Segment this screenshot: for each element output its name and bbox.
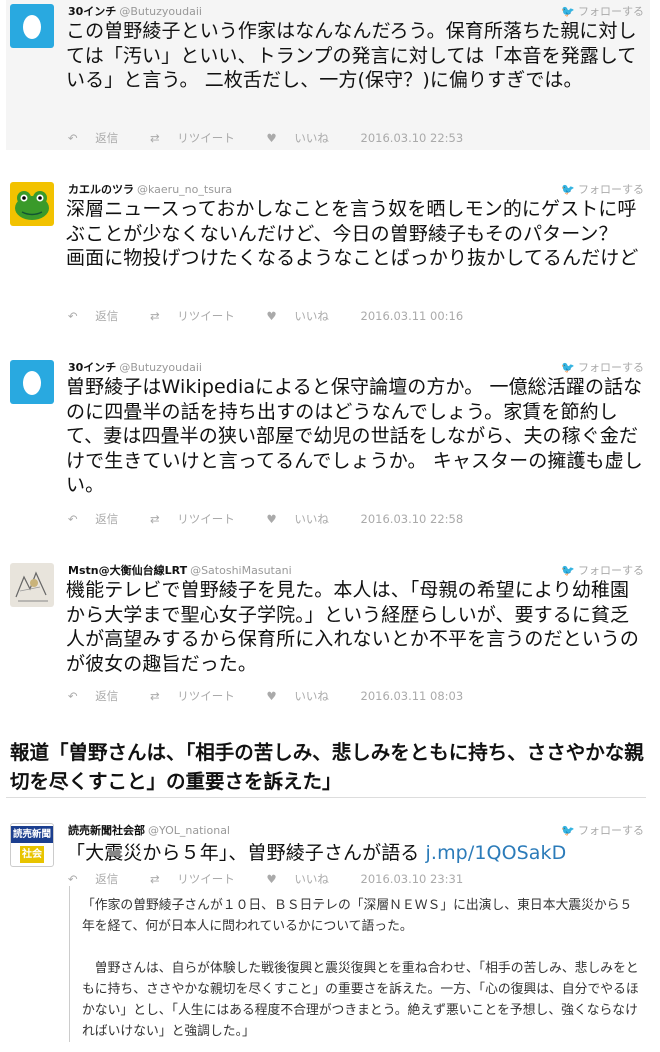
retweet-icon: ⇄ — [149, 131, 160, 145]
retweet-button[interactable]: ⇄ リツイート — [150, 689, 249, 703]
user-name[interactable]: Mstn@大衡仙台線LRT — [68, 564, 187, 577]
retweet-button[interactable]: ⇄ リツイート — [150, 131, 249, 145]
tweet-4: Mstn@大衡仙台線LRT @SatoshiMasutani 🐦 フォローする 機能… — [6, 559, 650, 709]
yomiuri-logo-line2: 社会 — [20, 846, 44, 863]
user-name[interactable]: 読売新聞社会部 — [68, 824, 145, 837]
reply-button[interactable]: ↶ 返信 — [68, 309, 132, 323]
twitter-bird-icon: 🐦 — [561, 361, 575, 374]
quote-spacer — [82, 937, 644, 958]
user-handle[interactable]: @YOL_national — [148, 824, 230, 837]
twitter-bird-icon: 🐦 — [561, 5, 575, 18]
like-button[interactable]: ♥ いいね — [266, 131, 342, 145]
retweet-button[interactable]: ⇄ リツイート — [150, 872, 249, 886]
retweet-icon: ⇄ — [149, 689, 160, 703]
follow-button[interactable]: 🐦 フォローする — [561, 181, 644, 197]
user-name[interactable]: 30インチ — [68, 361, 116, 374]
follow-button[interactable]: 🐦 フォローする — [561, 3, 644, 19]
timestamp[interactable]: 2016.03.10 23:31 — [361, 872, 464, 886]
avatar[interactable] — [10, 360, 54, 404]
follow-button[interactable]: 🐦 フォローする — [561, 562, 644, 578]
avatar[interactable] — [10, 563, 54, 607]
retweet-button[interactable]: ⇄ リツイート — [150, 309, 249, 323]
reply-button[interactable]: ↶ 返信 — [68, 689, 132, 703]
reply-icon: ↶ — [68, 512, 78, 526]
twitter-bird-icon: 🐦 — [561, 824, 575, 837]
tweet-link[interactable]: j.mp/1QOSakD — [426, 842, 567, 864]
reply-icon: ↶ — [68, 872, 78, 886]
tweet-text: 深層ニュースっておかしなことを言う奴を晒しモン的にゲストに呼ぶことが少なくないん… — [66, 198, 639, 269]
reply-icon: ↶ — [68, 689, 78, 703]
twitter-bird-icon: 🐦 — [561, 183, 575, 196]
tweet-text: 曽野綾子はWikipediaによると保守論壇の方か。 一億総活躍の話なのに四畳半… — [66, 376, 643, 496]
quote-paragraph-1: 「作家の曽野綾子さんが１０日、ＢＳ日テレの「深層ＮＥＷＳ」に出演し、東日本大震災… — [82, 898, 633, 934]
retweet-icon: ⇄ — [149, 872, 160, 886]
egg-avatar-icon — [23, 371, 41, 395]
user-name[interactable]: カエルのツラ — [68, 183, 134, 196]
reply-icon: ↶ — [68, 131, 78, 145]
heart-icon: ♥ — [266, 872, 277, 886]
tweet-text: この曽野綾子という作家はなんなんだろう。保育所落ちた親に対しては「汚い」といい、… — [66, 20, 637, 91]
twitter-bird-icon: 🐦 — [561, 564, 575, 577]
quote-paragraph-2: 曽野さんは、自らが体験した戦後復興と震災復興とを重ね合わせ、「相手の苦しみ、悲し… — [82, 961, 639, 1039]
heart-icon: ♥ — [266, 309, 277, 323]
sketch-avatar-icon — [15, 571, 48, 602]
tweet-header: 読売新聞社会部 @YOL_national 🐦 フォローする — [68, 822, 650, 840]
follow-button[interactable]: 🐦 フォローする — [561, 359, 644, 375]
tweet-2: カエルのツラ @kaeru_no_tsura 🐦 フォローする 深層ニュースっておか… — [6, 178, 650, 328]
timestamp[interactable]: 2016.03.11 00:16 — [361, 309, 464, 323]
news-quote: 「作家の曽野綾子さんが１０日、ＢＳ日テレの「深層ＮＥＷＳ」に出演し、東日本大震災… — [69, 886, 644, 1042]
follow-button[interactable]: 🐦 フォローする — [561, 822, 644, 838]
section-heading: 報道「曽野さんは、「相手の苦しみ、悲しみをともに持ち、ささやかな親切を尽くすこと… — [10, 741, 644, 793]
tweet-news: 読売新聞 社会 読売新聞社会部 @YOL_national 🐦 フォローする 「大震… — [6, 819, 650, 889]
heart-icon: ♥ — [266, 689, 277, 703]
reply-button[interactable]: ↶ 返信 — [68, 872, 132, 886]
user-handle[interactable]: @Butuzyoudaii — [119, 361, 202, 374]
reply-button[interactable]: ↶ 返信 — [68, 131, 132, 145]
tweet-actions: ↶ 返信 ⇄ リツイート ♥ いいね 2016.03.10 23:31 — [68, 871, 477, 887]
tweet-actions: ↶ 返信 ⇄ リツイート ♥ いいね 2016.03.11 00:16 — [68, 308, 477, 324]
tweet-text-body: 「大震災から５年」、曽野綾子さんが語る — [66, 842, 426, 864]
user-handle[interactable]: @SatoshiMasutani — [190, 564, 292, 577]
user-handle[interactable]: @kaeru_no_tsura — [137, 183, 232, 196]
timestamp[interactable]: 2016.03.11 08:03 — [361, 689, 464, 703]
like-button[interactable]: ♥ いいね — [266, 512, 342, 526]
heart-icon: ♥ — [266, 131, 277, 145]
timestamp[interactable]: 2016.03.10 22:58 — [361, 512, 464, 526]
avatar[interactable]: 読売新聞 社会 — [10, 823, 54, 867]
tweet-1: 30インチ @Butuzyoudaii 🐦 フォローする この曽野綾子という作家はな… — [6, 0, 650, 150]
yomiuri-logo-line1: 読売新聞 — [11, 826, 53, 843]
retweet-button[interactable]: ⇄ リツイート — [150, 512, 249, 526]
divider — [6, 797, 646, 798]
retweet-icon: ⇄ — [149, 512, 160, 526]
tweet-actions: ↶ 返信 ⇄ リツイート ♥ いいね 2016.03.11 08:03 — [68, 688, 477, 704]
tweet-actions: ↶ 返信 ⇄ リツイート ♥ いいね 2016.03.10 22:53 — [68, 130, 477, 146]
like-button[interactable]: ♥ いいね — [266, 309, 342, 323]
user-name[interactable]: 30インチ — [68, 5, 116, 18]
reply-button[interactable]: ↶ 返信 — [68, 512, 132, 526]
tweet-actions: ↶ 返信 ⇄ リツイート ♥ いいね 2016.03.10 22:58 — [68, 511, 477, 527]
heart-icon: ♥ — [266, 512, 277, 526]
frog-avatar-icon — [15, 191, 49, 220]
user-handle[interactable]: @Butuzyoudaii — [119, 5, 202, 18]
like-button[interactable]: ♥ いいね — [266, 872, 342, 886]
tweet-text: 機能テレビで曽野綾子を見た。本人は、「母親の希望により幼稚園から大学まで聖心女子… — [66, 579, 640, 675]
tweet-text: 「大震災から５年」、曽野綾子さんが語る j.mp/1QOSakD — [66, 841, 646, 866]
retweet-icon: ⇄ — [149, 309, 160, 323]
avatar[interactable] — [10, 182, 54, 226]
reply-icon: ↶ — [68, 309, 78, 323]
avatar[interactable] — [10, 4, 54, 48]
egg-avatar-icon — [23, 15, 41, 39]
timestamp[interactable]: 2016.03.10 22:53 — [361, 131, 464, 145]
tweet-3: 30インチ @Butuzyoudaii 🐦 フォローする 曽野綾子はWikipedi… — [6, 356, 650, 531]
like-button[interactable]: ♥ いいね — [266, 689, 342, 703]
